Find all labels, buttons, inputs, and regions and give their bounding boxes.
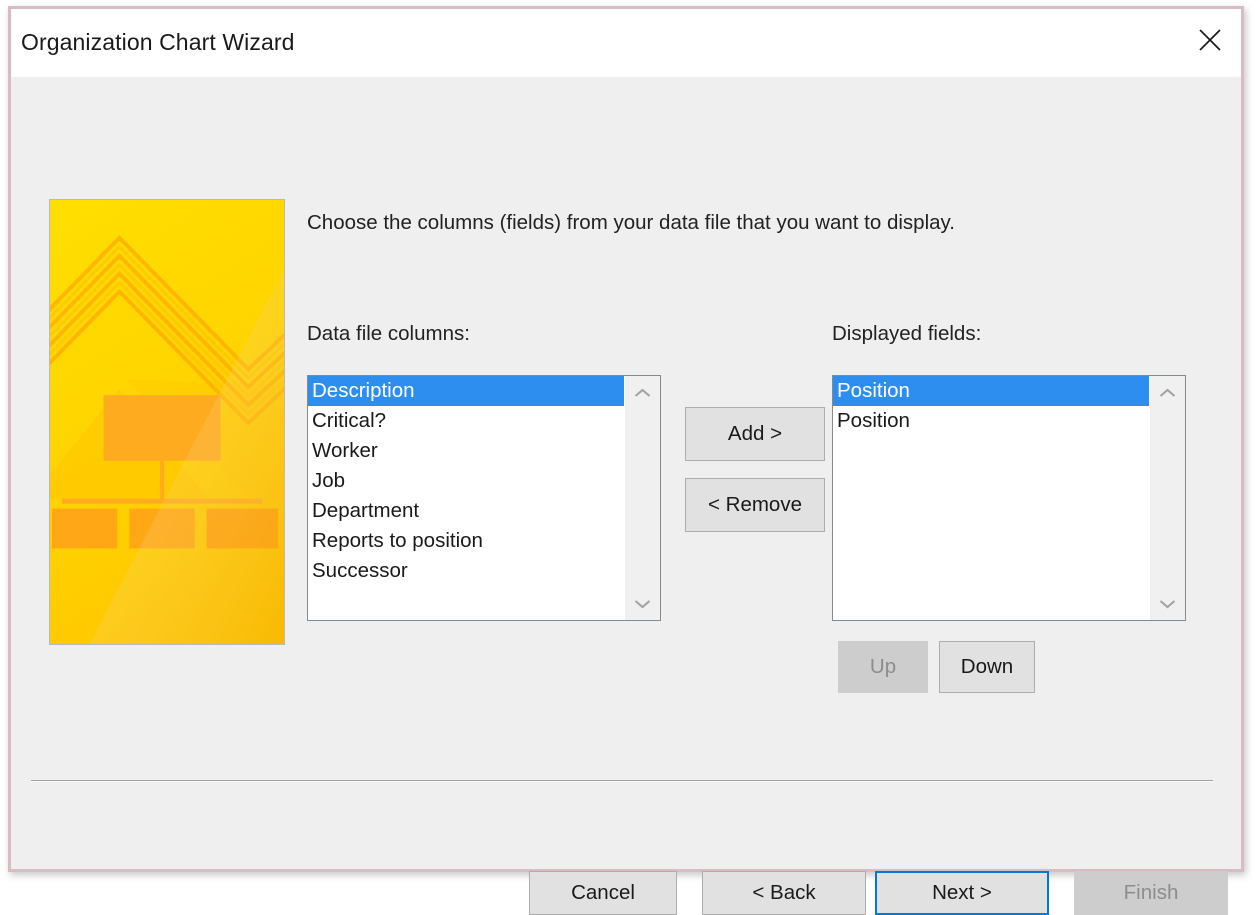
dialog-body: Choose the columns (fields) from your da… (11, 77, 1241, 915)
data-file-columns-listbox[interactable]: Description Critical? Worker Job Departm… (307, 375, 661, 621)
next-button[interactable]: Next > (875, 871, 1049, 915)
chevron-up-icon (634, 388, 651, 399)
list-item[interactable]: Position (833, 376, 1149, 406)
back-button[interactable]: < Back (702, 871, 866, 915)
left-list-scrollbar[interactable] (624, 376, 660, 620)
scroll-down-button[interactable] (625, 586, 660, 620)
wizard-banner-image (49, 199, 285, 645)
data-file-columns-list[interactable]: Description Critical? Worker Job Departm… (308, 376, 624, 620)
data-file-columns-label: Data file columns: (307, 322, 470, 345)
right-list-scrollbar[interactable] (1149, 376, 1185, 620)
list-item[interactable]: Job (308, 466, 624, 496)
chevron-down-icon (634, 598, 651, 609)
displayed-fields-listbox[interactable]: Position Position (832, 375, 1186, 621)
chevron-down-icon (1159, 598, 1176, 609)
finish-button[interactable]: Finish (1074, 871, 1228, 915)
instruction-text: Choose the columns (fields) from your da… (307, 211, 955, 234)
scroll-up-button[interactable] (625, 376, 660, 410)
list-item[interactable]: Worker (308, 436, 624, 466)
scroll-up-button[interactable] (1150, 376, 1185, 410)
displayed-fields-list[interactable]: Position Position (833, 376, 1149, 620)
move-up-button[interactable]: Up (838, 641, 928, 693)
list-item[interactable]: Department (308, 496, 624, 526)
add-field-button[interactable]: Add > (685, 407, 825, 461)
list-item[interactable]: Description (308, 376, 624, 406)
close-icon (1197, 27, 1223, 53)
window-title: Organization Chart Wizard (21, 29, 295, 55)
chevron-up-icon (1159, 388, 1176, 399)
list-item[interactable]: Reports to position (308, 526, 624, 556)
list-item[interactable]: Critical? (308, 406, 624, 436)
move-down-button[interactable]: Down (939, 641, 1035, 693)
displayed-fields-label: Displayed fields: (832, 322, 982, 345)
list-item[interactable]: Successor (308, 556, 624, 586)
screen-canvas: Organization Chart Wizard Choose the col… (0, 0, 1256, 915)
cancel-button[interactable]: Cancel (529, 871, 677, 915)
footer-separator (31, 780, 1213, 782)
list-item[interactable]: Position (833, 406, 1149, 436)
close-button[interactable] (1179, 9, 1241, 71)
title-bar: Organization Chart Wizard (11, 9, 1241, 77)
remove-field-button[interactable]: < Remove (685, 478, 825, 532)
organization-chart-wizard-dialog: Organization Chart Wizard Choose the col… (8, 6, 1244, 915)
scroll-down-button[interactable] (1150, 586, 1185, 620)
